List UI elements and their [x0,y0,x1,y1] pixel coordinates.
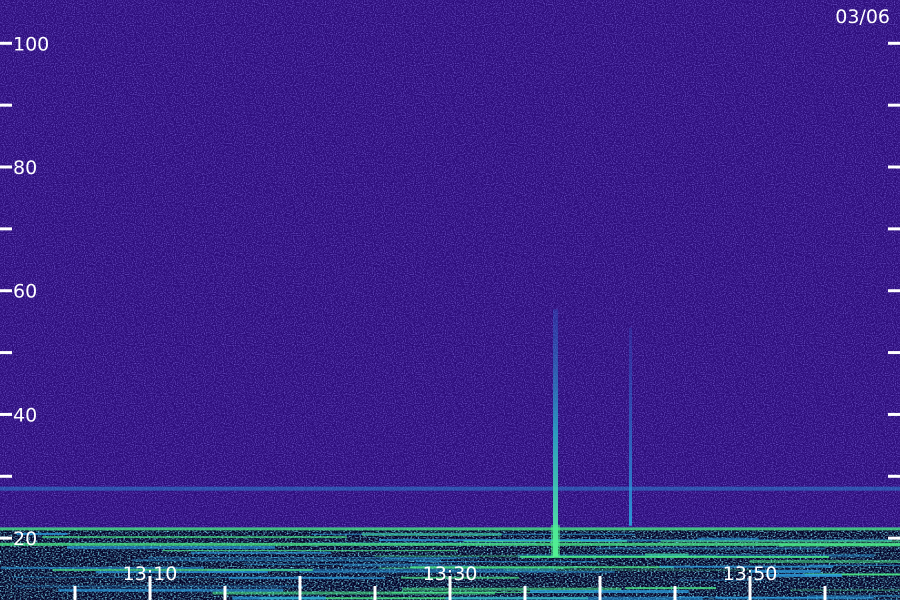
y-tick-label: 60 [13,281,37,303]
noise-streak [162,550,458,552]
horizontal-band [0,542,900,546]
x-tick-label: 13:50 [723,563,778,585]
noise-streak [715,596,874,599]
x-tick-label: 13:30 [423,563,478,585]
noise-streak [42,536,347,539]
y-tick-label: 20 [13,528,37,550]
noise-streak [212,591,495,595]
noise-streak [95,571,268,574]
noise-streak [190,551,331,554]
spectrogram-chart: 20 40 60 80 100 13:10 13:30 13:50 03/06 [0,0,900,600]
y-tick-right [888,351,900,355]
spectrogram-background [0,0,900,600]
streak-base-glow [551,524,560,557]
horizontal-band [0,486,900,491]
x-tick [298,576,302,600]
y-tick-label: 100 [13,33,49,55]
noise-streak [311,533,636,535]
noise-streak [808,595,900,598]
background-speckle [0,0,900,600]
y-tick-right [888,412,900,416]
x-tick [673,586,677,600]
noise-streak [378,539,620,542]
vertical-streak [553,309,558,557]
noise-streak [11,576,350,578]
y-tick-left [0,412,12,416]
noise-streak [382,558,457,560]
x-tick [823,586,827,600]
noise-streak [147,557,480,559]
vertical-streak [629,327,632,526]
y-tick-left [0,103,12,107]
noise-streak [504,569,752,571]
y-tick-left [0,227,12,231]
noise-streak [530,590,689,594]
y-tick-left [0,289,12,293]
noise-streak [15,585,306,588]
noise-streak [789,589,900,591]
y-tick-left [0,351,12,355]
y-tick-right [888,41,900,45]
noise-streak [595,547,826,550]
noise-streak [808,564,900,566]
y-tick-right [888,289,900,293]
date-label: 03/06 [835,6,890,28]
noise-streak [232,596,326,600]
noise-streak [58,589,203,591]
x-tick [223,586,227,600]
y-tick-right [888,165,900,169]
x-tick [523,586,527,600]
y-tick-label: 40 [13,404,37,426]
noise-streak [697,537,759,540]
x-tick-label: 13:10 [123,563,178,585]
x-tick [73,586,77,600]
y-tick-right [888,536,900,540]
x-tick [373,586,377,600]
y-tick-right [888,103,900,107]
y-tick-left [0,165,12,169]
y-tick-left [0,41,12,45]
noise-streak [52,568,313,571]
y-tick-left [0,474,12,478]
y-tick-label: 80 [13,157,37,179]
x-tick [598,576,602,600]
y-tick-left [0,536,12,540]
noise-streak [132,559,441,562]
noise-streak [445,596,703,600]
horizontal-band [0,527,900,531]
noise-streak [67,545,276,549]
noise-streak [244,563,442,565]
y-tick-right [888,474,900,478]
y-tick-right [888,227,900,231]
noise-streak [660,540,900,543]
noise-streak [374,555,718,557]
noise-streak [625,587,717,590]
